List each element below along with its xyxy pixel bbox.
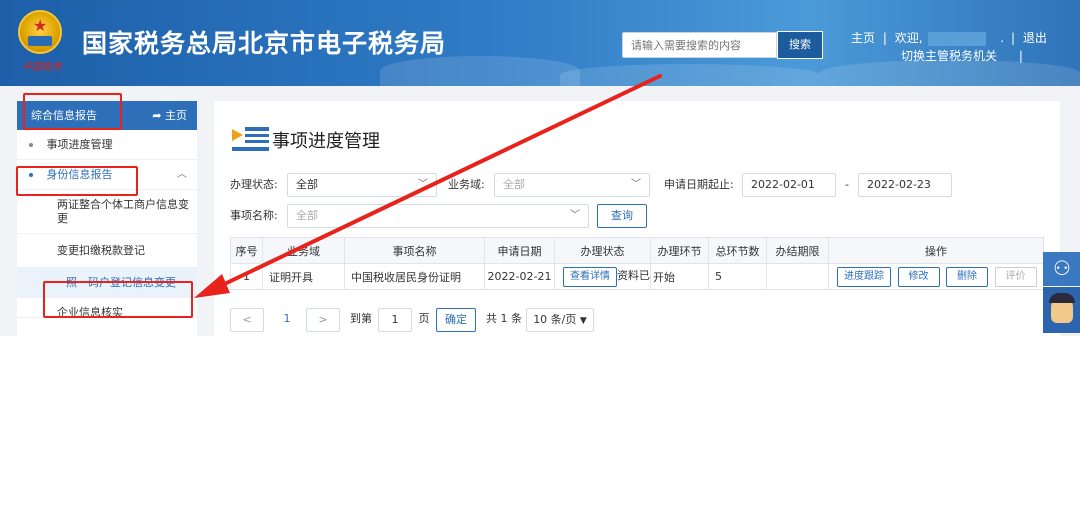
annotation-arrow: [194, 74, 662, 298]
browser-viewport: ★ 中国税务 国家税务总局北京市电子税务局 搜索 主页 | 欢迎, . | 退出…: [0, 0, 1080, 336]
